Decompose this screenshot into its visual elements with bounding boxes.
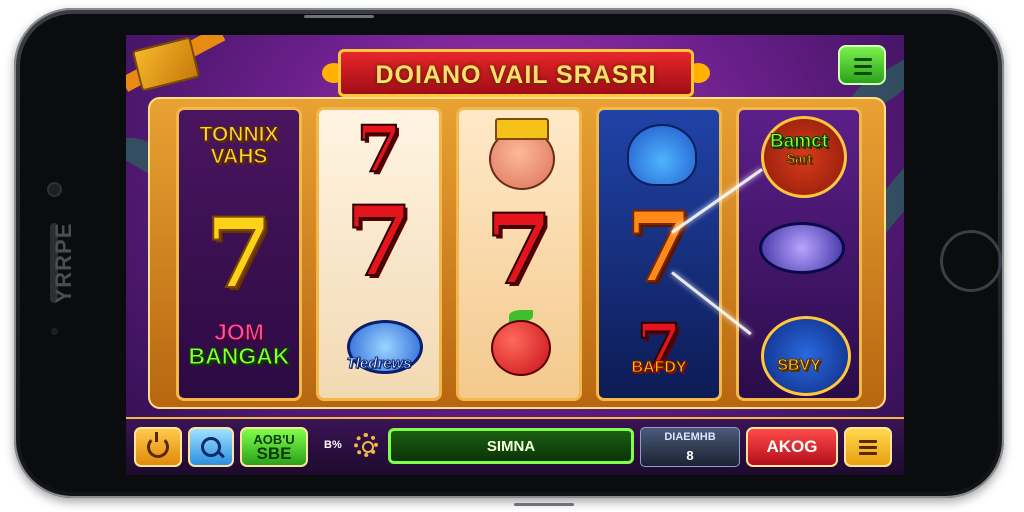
paytable-button[interactable] <box>844 427 892 467</box>
reel-5: Bamct Sart SBVY <box>736 107 862 401</box>
symbol-label: BANGAK <box>188 343 290 370</box>
symbol-label: Sart <box>786 150 812 166</box>
bet-button[interactable]: AOB'U SBE <box>240 427 308 467</box>
spin-label: SIMNA <box>486 437 536 455</box>
symbol-label: JOM <box>214 319 265 345</box>
balance-display: DIAEMHB 8 <box>640 427 740 467</box>
reel-symbol-text: TONNIX VAHS <box>179 123 299 169</box>
seven-red-icon: 7 <box>485 193 554 306</box>
crown-icon <box>495 118 549 140</box>
list-icon <box>859 439 877 455</box>
genie-icon <box>627 124 697 186</box>
bet-line-2: SBE <box>256 444 292 463</box>
gem-disc-icon <box>759 222 845 274</box>
side-button[interactable] <box>514 503 574 506</box>
game-screen: DOIANO VAIL SRASRI TONNIX VAHS 7 JOM BAN… <box>126 35 904 475</box>
seven-orange-icon: 7 <box>625 191 694 304</box>
game-title: DOIANO VAIL SRASRI <box>375 61 657 89</box>
symbol-label: Tledrews <box>346 355 412 372</box>
symbol-label: VAHS <box>210 145 268 169</box>
symbol-label: Bamct <box>769 131 829 152</box>
reel-1: TONNIX VAHS 7 JOM BANGAK <box>176 107 302 401</box>
power-icon <box>147 432 169 458</box>
symbol-label: TONNIX <box>199 123 279 146</box>
control-bar: AOB'U SBE B% SIMNA DIAEMHB 8 AKOG <box>126 417 904 475</box>
seven-red-icon: 7 <box>345 185 414 298</box>
settings-gear-icon[interactable] <box>354 433 378 457</box>
symbol-label: SBVY <box>777 357 822 375</box>
power-button[interactable] <box>134 427 182 467</box>
symbol-label: BAFDY <box>631 359 687 377</box>
bonus-ribbon-icon[interactable] <box>126 35 226 92</box>
action-button[interactable]: AKOG <box>746 427 838 467</box>
device-brand: YRRPE <box>51 222 76 304</box>
action-label: AKOG <box>766 437 818 456</box>
reel-3: 7 <box>456 107 582 401</box>
reel-symbol-text: Bamct Sart <box>739 131 859 166</box>
front-camera <box>49 184 60 195</box>
reel-2: 7 7 Tledrews <box>316 107 442 401</box>
balance-label: DIAEMHB <box>664 431 716 443</box>
proximity-sensor <box>51 328 58 335</box>
menu-button[interactable] <box>838 45 886 85</box>
reel-symbol-text: JOM BANGAK <box>179 319 299 370</box>
phone-frame: YRRPE DOIANO VAIL SRASRI TONNIX VAHS 7 J… <box>14 8 1004 506</box>
title-banner: DOIANO VAIL SRASRI <box>322 41 710 101</box>
magnifier-icon <box>201 437 221 457</box>
apple-icon <box>491 320 551 376</box>
seven-red-icon: 7 <box>356 112 403 187</box>
search-button[interactable] <box>188 427 234 467</box>
volume-button[interactable] <box>304 15 374 18</box>
bet-level-label: B% <box>324 439 342 451</box>
spin-bar[interactable]: SIMNA <box>388 428 634 464</box>
home-button[interactable] <box>940 230 1002 292</box>
seven-gold-icon: 7 <box>205 197 274 310</box>
bonus-badge-icon <box>761 316 851 396</box>
reel-4: 7 7 BAFDY <box>596 107 722 401</box>
balance-value: 8 <box>686 448 694 463</box>
